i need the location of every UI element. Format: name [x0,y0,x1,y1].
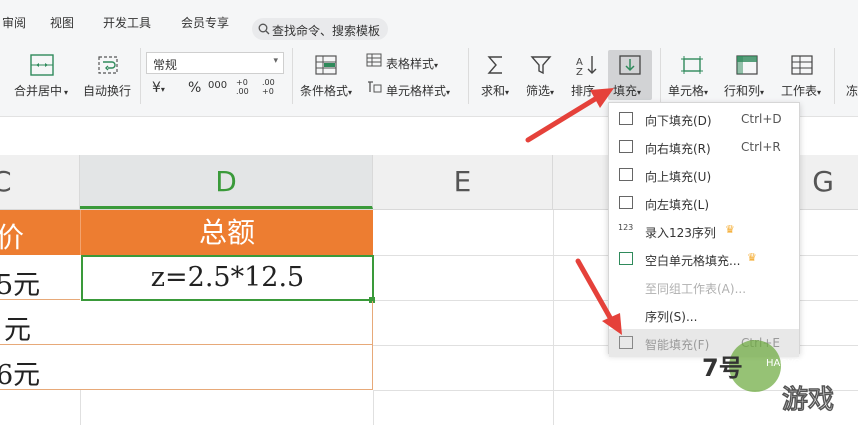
conditional-format-button[interactable]: 条件格式▾ [300,82,352,99]
watermark-icon: 7号 HAOYOUXIWANG 游戏 [702,340,849,415]
fill-right-icon [619,140,633,153]
menu-item-fill-down[interactable]: 向下填充(D) Ctrl+D [609,105,799,133]
menu-view[interactable]: 视图 [50,14,74,31]
price-cell-row3[interactable]: 6元 [0,345,80,391]
conditional-format-icon [315,55,337,75]
fill-up-icon [619,168,633,181]
red-arrow-to-fill-icon [525,88,614,143]
menu-item-fill-right[interactable]: 向右填充(R) Ctrl+R [609,133,799,161]
decrease-decimal-button[interactable]: .00 +0 [262,78,284,96]
fill-left-icon [619,196,633,209]
column-header-c[interactable]: C [0,155,80,209]
total-cell-row1-selected[interactable]: z=2.5*12.5 [81,255,374,301]
menu-item-blank-fill[interactable]: 空白单元格填充... ♛ [609,245,799,273]
menu-member[interactable]: 会员专享 [181,14,229,31]
cells-button[interactable]: 单元格▾ [668,82,708,99]
percent-button[interactable]: % [188,80,201,96]
svg-text:HAOYOUXIWANG: HAOYOUXIWANG [766,358,849,369]
wrap-text-icon [98,56,118,74]
column-header-d[interactable]: D [80,155,373,209]
rows-cols-button[interactable]: 行和列▾ [724,82,764,99]
sum-button[interactable]: 求和▾ [481,82,509,99]
fill-dropdown-menu: 向下填充(D) Ctrl+D 向右填充(R) Ctrl+R 向上填充(U) 向左… [608,102,800,357]
currency-button[interactable]: ¥▾ [152,80,165,96]
total-cell-row2[interactable] [80,301,373,345]
freeze-button[interactable]: 冻 [846,82,858,99]
chevron-down-icon: ▾ [273,56,278,66]
price-cell-row1[interactable]: 5元 [0,255,80,301]
menu-item-fill-left[interactable]: 向左填充(L) [609,189,799,217]
menu-item-fill-up[interactable]: 向上填充(U) [609,161,799,189]
total-header-cell[interactable]: 总额 [80,210,373,255]
menu-developer[interactable]: 开发工具 [103,14,151,31]
svg-text:游戏: 游戏 [782,385,834,415]
menu-bar: 审阅 视图 开发工具 会员专享 查找命令、搜索模板 [0,0,858,40]
cell-style-icon [368,81,382,93]
svg-text:Z: Z [576,67,583,76]
increase-decimal-button[interactable]: +0 .00 [236,78,258,96]
search-icon [258,23,270,35]
thousands-button[interactable]: 000 [208,80,227,91]
table-style-icon [366,53,382,67]
red-arrow-to-smart-fill-icon [575,258,622,335]
column-header-e[interactable]: E [373,155,553,209]
price-header-cell[interactable]: 价 [0,210,80,255]
worksheet-icon [791,55,813,75]
crown-icon: ♛ [725,223,735,236]
fill-down-icon [619,112,633,125]
menu-item-same-group[interactable]: 至同组工作表(A)... [609,273,799,301]
table-style-button[interactable]: 表格样式▾ [386,55,438,72]
sum-icon [487,56,502,74]
rows-cols-icon [736,55,758,75]
crown-icon: ♛ [747,251,757,264]
cell-style-button[interactable]: 单元格样式▾ [386,82,450,99]
menu-review[interactable]: 审阅 [2,14,26,31]
cells-icon [681,56,703,74]
menu-item-series[interactable]: 序列(S)... [609,301,799,329]
menu-item-seq123[interactable]: 123 录入123序列 ♛ [609,217,799,245]
svg-text:7号: 7号 [702,354,743,382]
merge-center-icon [30,54,54,76]
seq123-icon: 123 [618,223,634,232]
sort-icon: AZ [576,56,597,76]
watermark-logo: 7号 HAOYOUXIWANG 游戏 [700,328,850,418]
total-cell-row3[interactable] [80,345,373,390]
filter-icon [530,56,552,75]
search-placeholder: 查找命令、搜索模板 [272,24,381,38]
wrap-text-button[interactable]: 自动换行 [83,82,131,99]
search-box[interactable]: 查找命令、搜索模板 [252,18,388,40]
price-cell-row2[interactable]: 元 [0,300,80,346]
number-format-select[interactable]: 常规 ▾ [146,52,284,74]
fill-icon [619,55,641,75]
merge-center-button[interactable]: 合并居中 ▾ [14,82,68,99]
worksheet-button[interactable]: 工作表▾ [781,82,821,99]
